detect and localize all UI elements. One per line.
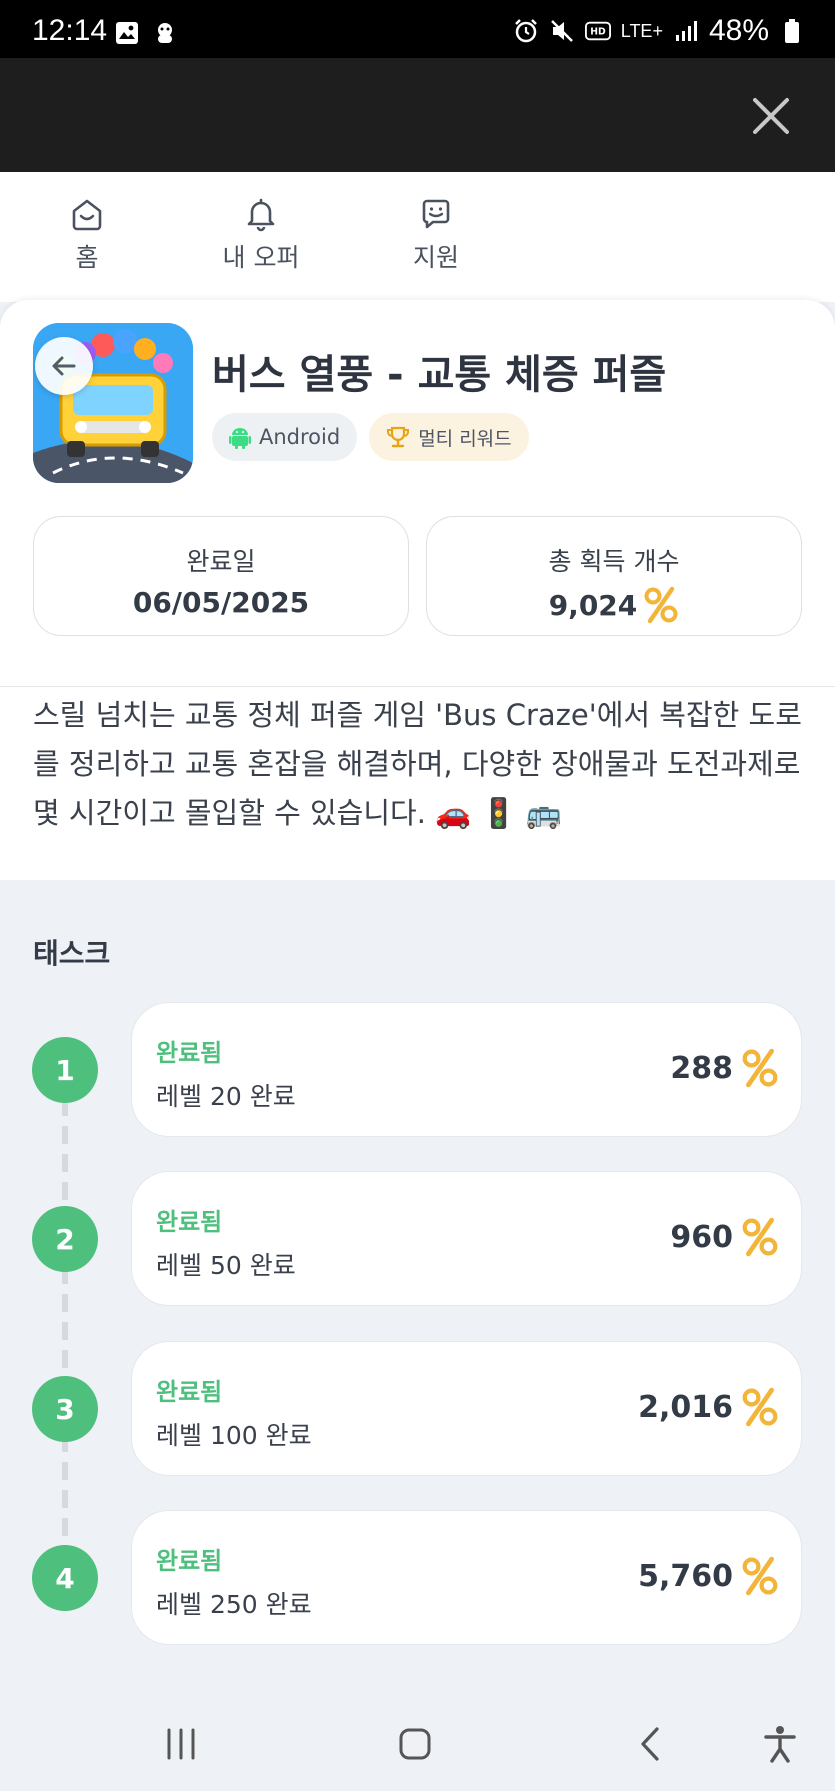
back-system-button[interactable] [620, 1724, 680, 1764]
task-card[interactable]: 완료됨 레벨 50 완료 960 [131, 1171, 802, 1306]
task-reward: 5,760 [638, 1555, 779, 1597]
app-notification-icon [152, 20, 178, 46]
task-status: 완료됨 [156, 1039, 223, 1067]
task-reward-value: 960 [670, 1219, 733, 1255]
coin-percent-icon [742, 1387, 778, 1427]
battery-icon [779, 18, 805, 44]
task-reward: 2,016 [638, 1386, 779, 1428]
offer-description: 스릴 넘치는 교통 정체 퍼즐 게임 'Bus Craze'에서 복잡한 도로를… [33, 698, 802, 830]
home-face-icon [72, 199, 102, 231]
trophy-icon [387, 426, 410, 448]
status-time: 12:14 [32, 14, 108, 47]
close-button[interactable] [743, 88, 799, 144]
accessibility-button[interactable] [750, 1724, 810, 1764]
total-earned-stat: 총 획득 개수 9,024 [426, 516, 802, 636]
bell-icon [247, 198, 275, 232]
platform-tag-label: Android [259, 425, 341, 449]
task-status: 완료됨 [156, 1547, 223, 1575]
top-nav: 홈 내 오퍼 지원 [0, 172, 835, 302]
task-step-badge: 4 [32, 1545, 98, 1611]
total-earned-value: 9,024 [548, 588, 638, 622]
task-card[interactable]: 완료됨 레벨 100 완료 2,016 [131, 1341, 802, 1476]
task-status: 완료됨 [156, 1208, 223, 1236]
reward-type-tag-label: 멀티 리워드 [418, 427, 512, 450]
total-earned-label: 총 획득 개수 [548, 547, 680, 576]
task-step-badge: 3 [32, 1376, 98, 1442]
tasks-title: 태스크 [33, 937, 111, 970]
coin-percent-icon [742, 1048, 778, 1088]
nav-item-support[interactable]: 지원 [376, 196, 496, 274]
task-reward-value: 2,016 [638, 1389, 733, 1425]
timeline-connector [62, 1070, 68, 1560]
home-button[interactable] [385, 1724, 445, 1764]
task-name: 레벨 250 완료 [156, 1590, 312, 1619]
task-status: 완료됨 [156, 1378, 223, 1406]
network-label: LTE+ [620, 20, 663, 41]
task-reward-value: 5,760 [638, 1558, 733, 1594]
completed-date-stat: 완료일 06/05/2025 [33, 516, 409, 636]
completed-date-label: 완료일 [186, 547, 256, 576]
coin-percent-icon [742, 1217, 778, 1257]
status-bar: 12:14 HD LTE+ 48% [0, 0, 835, 58]
back-button[interactable] [35, 337, 93, 395]
coin-percent-icon [644, 586, 678, 624]
recent-apps-button[interactable] [151, 1724, 211, 1764]
task-reward-value: 288 [670, 1050, 733, 1086]
task-name: 레벨 50 완료 [156, 1251, 296, 1280]
gallery-icon [114, 20, 140, 46]
tasks-section: 태스크 1 완료됨 레벨 20 완료 288 2 완료됨 레벨 50 완료 96… [0, 880, 835, 1696]
signal-icon [673, 18, 699, 44]
task-name: 레벨 20 완료 [156, 1082, 296, 1111]
task-reward: 288 [670, 1047, 779, 1089]
task-card[interactable]: 완료됨 레벨 250 완료 5,760 [131, 1510, 802, 1645]
close-icon [753, 98, 789, 134]
recent-apps-icon [167, 1728, 195, 1760]
task-reward: 960 [670, 1216, 779, 1258]
home-square-icon [399, 1728, 431, 1760]
battery-percent: 48% [708, 14, 769, 47]
android-icon [229, 428, 251, 449]
arrow-left-icon [52, 356, 76, 376]
svg-text:HD: HD [590, 27, 606, 38]
system-nav-bar [0, 1696, 835, 1791]
nav-item-my-offers[interactable]: 내 오퍼 [201, 196, 321, 274]
accessibility-icon [764, 1726, 796, 1763]
offer-header-card: 버스 열풍 - 교통 체증 퍼즐 Android 멀티 리워드 완료일 06/0… [0, 300, 835, 686]
support-chat-icon [422, 199, 450, 229]
nav-label-support: 지원 [412, 243, 459, 272]
task-card[interactable]: 완료됨 레벨 20 완료 288 [131, 1002, 802, 1137]
hd-voice-icon: HD [584, 18, 611, 44]
nav-label-home: 홈 [75, 243, 99, 272]
task-step-badge: 1 [32, 1037, 98, 1103]
alarm-icon [513, 18, 539, 44]
nav-label-my-offers: 내 오퍼 [222, 243, 300, 272]
tag-list: Android 멀티 리워드 [212, 413, 529, 461]
app-title: 버스 열풍 - 교통 체증 퍼즐 [212, 352, 667, 398]
nav-item-home[interactable]: 홈 [27, 196, 147, 274]
webview-header [0, 58, 835, 172]
chevron-left-icon [641, 1727, 659, 1761]
description-section: 스릴 넘치는 교통 정체 퍼즐 게임 'Bus Craze'에서 복잡한 도로를… [0, 686, 835, 880]
completed-date-value: 06/05/2025 [132, 586, 310, 619]
platform-tag: Android [212, 413, 358, 461]
mute-icon [549, 18, 575, 44]
task-step-badge: 2 [32, 1206, 98, 1272]
coin-percent-icon [742, 1556, 778, 1596]
reward-type-tag: 멀티 리워드 [369, 413, 529, 461]
task-name: 레벨 100 완료 [156, 1421, 312, 1450]
